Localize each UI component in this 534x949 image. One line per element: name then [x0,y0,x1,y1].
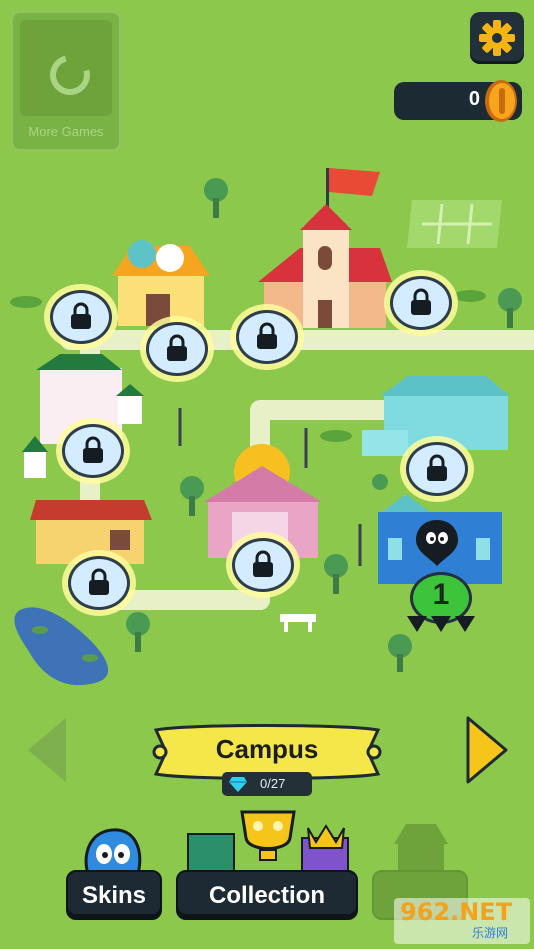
skins-button[interactable]: Skins [66,870,162,920]
loading-ring-icon [42,47,98,103]
theater [112,240,210,326]
next-world-button[interactable] [466,716,508,784]
world-title: Campus [215,734,319,764]
level-node-hall[interactable] [384,270,458,336]
pond [14,607,109,686]
trophy-treasure-icon [187,810,349,874]
skins-character-icon [84,828,142,876]
gem-icon [455,616,475,632]
lock-icon [427,454,447,481]
more-games-tile [20,20,112,116]
level-gems [407,616,475,632]
diamond-icon [229,777,247,792]
site-watermark: 962.NET 乐游网 [394,898,530,944]
lock-icon [89,568,109,595]
lock-icon [257,322,277,349]
coin-count: 0 [468,88,480,110]
locked-shop-icon [394,824,448,874]
gem-icon [407,616,427,632]
previous-world-button[interactable] [26,716,68,784]
world-progress-value: 0/27 [260,776,286,791]
settings-button[interactable] [470,12,524,64]
lock-icon [253,550,273,577]
player-marker-icon [416,520,458,566]
level-node-pink[interactable] [226,532,300,598]
level-node-dorm[interactable] [56,418,130,484]
gear-icon [479,20,515,56]
coin-icon [485,80,517,122]
level-number: 1 [432,578,450,611]
level-node-path-a[interactable] [140,316,214,382]
main-hall [258,168,392,328]
tennis-court [406,200,502,248]
watermark-cn: 乐游网 [472,926,509,940]
level-node-theater[interactable] [44,284,118,350]
more-games-button[interactable]: More Games [10,10,122,152]
lock-icon [71,302,91,329]
lock-icon [83,436,103,463]
world-progress: 0/27 [222,772,312,796]
collection-label: Collection [208,882,325,909]
lock-icon [411,288,431,315]
level-node-library[interactable] [400,436,474,502]
skins-label: Skins [81,882,147,909]
lock-icon [167,334,187,361]
more-games-label: More Games [28,124,104,139]
collection-button[interactable]: Collection [176,870,358,920]
bench [280,614,316,632]
level-node-path-b[interactable] [230,304,304,370]
level-node-cafe[interactable] [62,550,136,616]
watermark-brand: 962.NET [400,898,513,926]
gem-icon [431,616,451,632]
coin-counter: 0 [394,80,522,122]
game-screen: More Games 0 1 Campus 0/27 Skins Collect… [0,0,534,949]
